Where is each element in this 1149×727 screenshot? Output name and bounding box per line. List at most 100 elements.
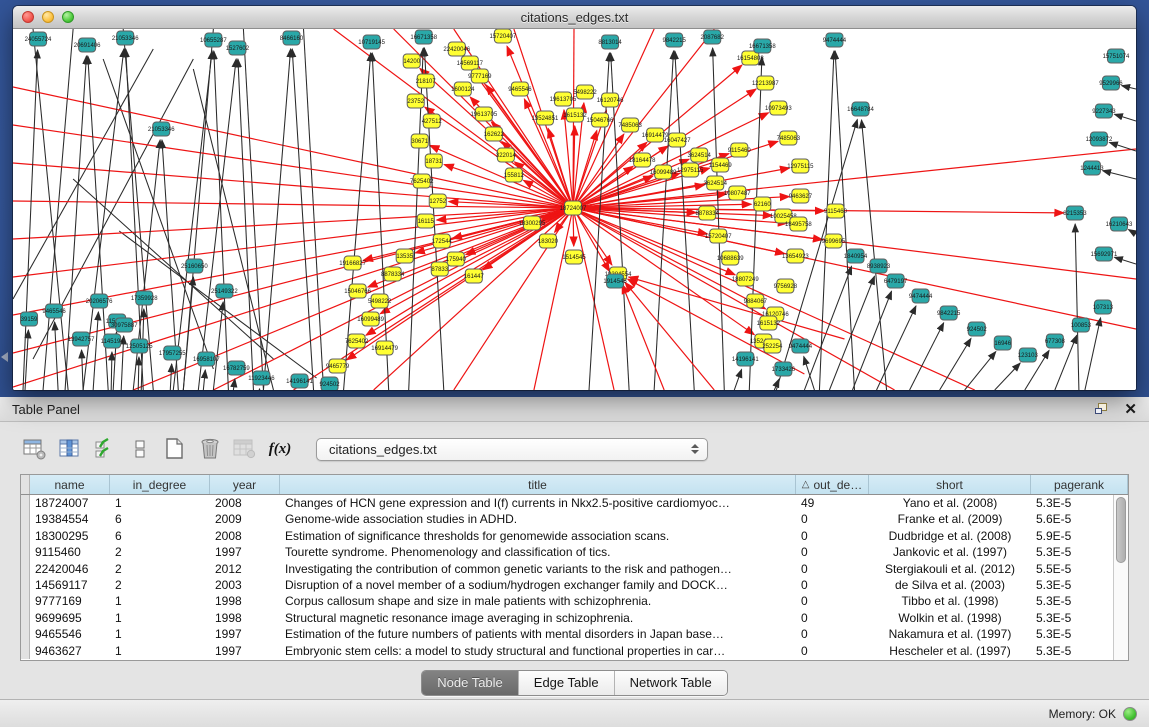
graph-node[interactable]: 3624514	[704, 176, 728, 190]
table-cell[interactable]: 2003	[210, 577, 280, 593]
graph-node[interactable]: 9884067	[744, 294, 768, 308]
create-column-icon[interactable]	[162, 435, 188, 463]
table-cell[interactable]: Nakamura et al. (1997)	[869, 626, 1031, 642]
table-row[interactable]: 2242004622012Investigating the contribut…	[21, 561, 1128, 577]
table-cell[interactable]: Corpus callosum shape and size in male p…	[280, 593, 796, 609]
graph-node[interactable]: 23752	[407, 94, 425, 108]
column-header-in_degree[interactable]: in_degree	[110, 475, 210, 494]
table-cell[interactable]: Tourette syndrome. Phenomenology and cla…	[280, 544, 796, 560]
network-graph[interactable]: 1872400718300295193845541572040722420046…	[13, 29, 1136, 390]
table-cell[interactable]: Genome-wide association studies in ADHD.	[280, 511, 796, 527]
graph-node[interactable]: 12093872	[1086, 132, 1113, 146]
graph-node[interactable]: 62160	[754, 197, 772, 211]
graph-node[interactable]: 7485063	[618, 118, 642, 132]
table-cell[interactable]: 1	[110, 593, 210, 609]
graph-node[interactable]: 18731	[425, 154, 443, 168]
graph-node[interactable]: 16099489	[650, 165, 677, 179]
select-all-icon[interactable]	[92, 435, 118, 463]
table-cell[interactable]: Hescheler et al. (1997)	[869, 643, 1031, 659]
graph-node[interactable]: 1154469	[709, 158, 733, 172]
graph-node[interactable]: 8215353	[1063, 206, 1087, 220]
graph-node[interactable]: 183020	[538, 234, 559, 248]
graph-node[interactable]: 162622	[484, 127, 505, 141]
graph-node[interactable]: 1615132	[757, 316, 781, 330]
graph-node[interactable]: 1527602	[226, 41, 250, 55]
memory-status-icon[interactable]	[1123, 707, 1137, 721]
table-row[interactable]: 1456911722003Disruption of a novel membe…	[21, 577, 1128, 593]
graph-node[interactable]: 18807249	[732, 272, 759, 286]
tab-network-table[interactable]: Network Table	[614, 671, 727, 695]
graph-node[interactable]: 9465546	[42, 304, 66, 318]
table-cell[interactable]: 1	[110, 495, 210, 511]
table-cell[interactable]: 9777169	[30, 593, 110, 609]
graph-node[interactable]: 9529966	[1099, 76, 1123, 90]
graph-node[interactable]: 1733426	[772, 362, 796, 376]
table-cell[interactable]: Disruption of a novel member of a sodium…	[280, 577, 796, 593]
table-cell[interactable]: 0	[796, 643, 869, 659]
table-row[interactable]: 977716911998Corpus callosum shape and si…	[21, 593, 1128, 609]
table-cell[interactable]: 2	[110, 561, 210, 577]
graph-node[interactable]: 13524851	[532, 111, 559, 125]
graph-node[interactable]: 677308	[1045, 334, 1066, 348]
table-row[interactable]: 969969511998Structural magnetic resonanc…	[21, 610, 1128, 626]
graph-node[interactable]: 39159	[21, 312, 39, 326]
graph-node[interactable]: 9463627	[789, 189, 813, 203]
network-view-canvas[interactable]: 1872400718300295193845541572040722420046…	[13, 29, 1136, 390]
graph-node[interactable]: 9842215	[937, 306, 961, 320]
table-cell[interactable]: 22420046	[30, 561, 110, 577]
graph-node[interactable]: 5498222	[573, 85, 597, 99]
graph-node[interactable]: 12975115	[787, 159, 814, 173]
graph-node[interactable]: 30671	[411, 134, 429, 148]
table-cell[interactable]: 9463627	[30, 643, 110, 659]
table-cell[interactable]: de Silva et al. (2003)	[869, 577, 1031, 593]
graph-node[interactable]: 123103	[1018, 348, 1039, 362]
table-cell[interactable]: 1	[110, 643, 210, 659]
table-cell[interactable]: 9115460	[30, 544, 110, 560]
table-cell[interactable]: 49	[796, 495, 869, 511]
graph-node[interactable]: 15720407	[490, 29, 517, 43]
graph-node[interactable]: 1615132	[563, 108, 587, 122]
table-cell[interactable]: 14569117	[30, 577, 110, 593]
graph-node[interactable]: 1914545	[603, 274, 627, 288]
graph-node[interactable]: 12752	[429, 194, 447, 208]
graph-node[interactable]: 14196141	[732, 352, 759, 366]
graph-node[interactable]: 155812	[504, 168, 525, 182]
table-cell[interactable]: Franke et al. (2009)	[869, 511, 1031, 527]
table-cell[interactable]: Yano et al. (2008)	[869, 495, 1031, 511]
table-cell[interactable]: 0	[796, 561, 869, 577]
graph-node[interactable]: 15692971	[1091, 247, 1118, 261]
table-row[interactable]: 911546021997Tourette syndrome. Phenomeno…	[21, 544, 1128, 560]
graph-node[interactable]: 427512	[422, 114, 443, 128]
table-cell[interactable]: 6	[110, 528, 210, 544]
table-selector-dropdown[interactable]: citations_edges.txt	[316, 438, 708, 461]
column-header-year[interactable]: year	[210, 475, 280, 494]
table-cell[interactable]: 1997	[210, 544, 280, 560]
graph-node[interactable]: 161447	[464, 269, 485, 283]
column-header-title[interactable]: title	[280, 475, 796, 494]
graph-node[interactable]: 9465546	[508, 82, 532, 96]
table-mode-icon[interactable]	[22, 435, 48, 463]
row-selection-icon[interactable]	[127, 435, 153, 463]
table-cell[interactable]: 0	[796, 626, 869, 642]
table-cell[interactable]: Embryonic stem cells: a model to study s…	[280, 643, 796, 659]
graph-node[interactable]: 6479197	[884, 274, 908, 288]
graph-node[interactable]: 10719145	[358, 35, 385, 49]
graph-node[interactable]: 17957255	[159, 346, 186, 360]
column-header-out_de[interactable]: △out_de…	[796, 475, 869, 494]
table-cell[interactable]: 9699695	[30, 610, 110, 626]
graph-node[interactable]: 14200	[403, 54, 421, 68]
table-row[interactable]: 1830029562008Estimation of significance …	[21, 528, 1128, 544]
graph-node[interactable]: 16946	[994, 336, 1012, 350]
graph-node[interactable]: 924502	[320, 377, 341, 390]
graph-node[interactable]: 1514545	[562, 250, 586, 264]
table-cell[interactable]: Estimation of the future numbers of pati…	[280, 626, 796, 642]
graph-node[interactable]: 1244413	[1080, 161, 1104, 175]
panel-collapse-arrow[interactable]	[1, 352, 8, 362]
delete-table-icon[interactable]	[232, 435, 258, 463]
table-row[interactable]: 946554611997Estimation of the future num…	[21, 626, 1128, 642]
graph-node[interactable]: 1145194	[101, 334, 125, 348]
graph-node[interactable]: 13654923	[782, 249, 809, 263]
table-cell[interactable]: 2012	[210, 561, 280, 577]
column-header-pagerank[interactable]: pagerank	[1031, 475, 1128, 494]
graph-node[interactable]: 218107	[416, 74, 437, 88]
